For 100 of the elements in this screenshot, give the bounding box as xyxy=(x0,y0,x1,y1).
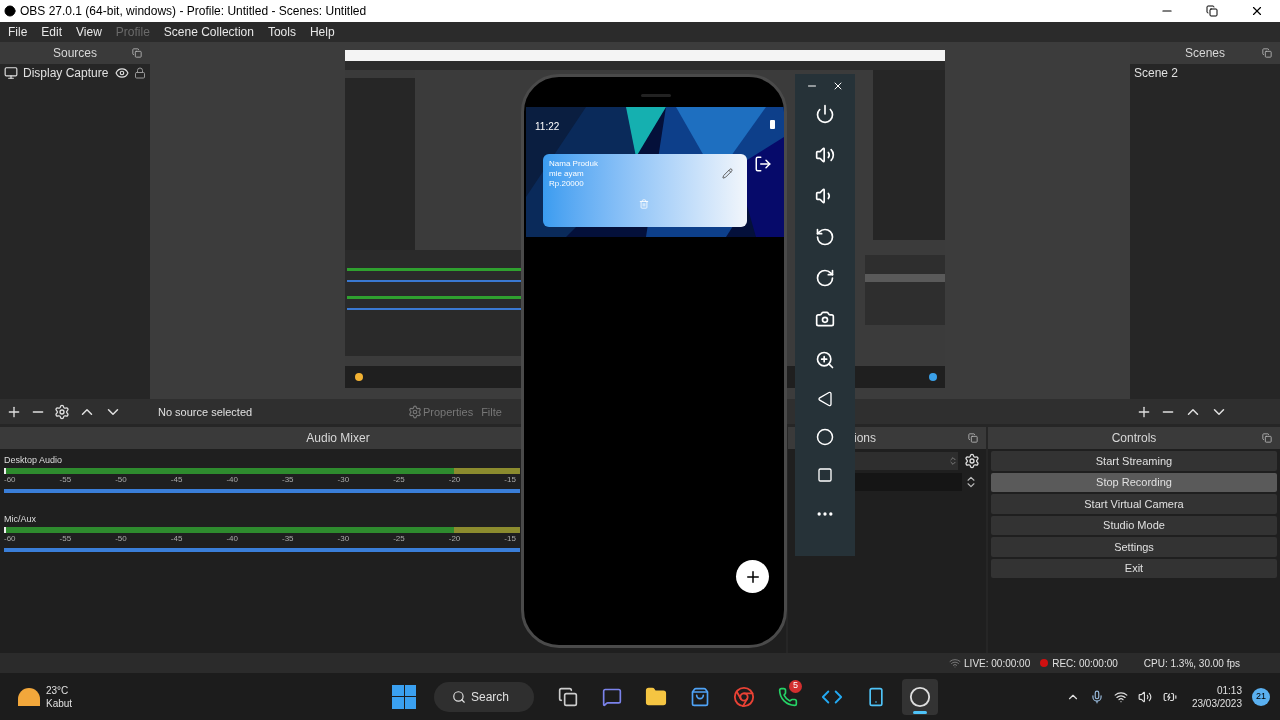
card-text: mie ayam xyxy=(549,169,584,179)
card-text: Rp.20000 xyxy=(549,179,584,189)
gear-icon xyxy=(408,404,422,419)
add-fab[interactable] xyxy=(736,560,769,593)
active-indicator xyxy=(913,710,927,714)
microphone-icon[interactable] xyxy=(1089,689,1104,704)
notification-badge: 5 xyxy=(789,679,802,693)
store-icon xyxy=(690,686,710,707)
meter-tick: -55 xyxy=(59,475,72,485)
meter-tick: -60 xyxy=(4,534,16,544)
phone-icon xyxy=(866,686,886,707)
control-button[interactable]: Stop Recording xyxy=(991,472,1277,493)
status-time: 11:22 xyxy=(535,120,560,134)
meter-tick: -45 xyxy=(170,475,183,485)
meter-tick: -20 xyxy=(448,475,461,485)
window-title: OBS 27.0.1 (64-bit, windows) - Profile: Untitled - Scenes: Untitled xyxy=(20,3,367,20)
browser-icon xyxy=(733,685,755,708)
lock-icon[interactable] xyxy=(134,66,146,79)
meter-tick: -15 xyxy=(504,475,516,485)
record-indicator-icon xyxy=(1040,659,1049,668)
app-icon xyxy=(4,5,16,17)
live-timer: LIVE: 00:00:00 xyxy=(964,656,1031,671)
meter-tick: -30 xyxy=(337,534,350,544)
start-button[interactable] xyxy=(392,684,416,709)
control-button[interactable]: Studio Mode xyxy=(991,515,1277,536)
control-button[interactable]: Settings xyxy=(991,537,1277,557)
obs-icon xyxy=(909,685,931,708)
weather-condition: Kabut xyxy=(46,696,73,710)
wifi-icon[interactable] xyxy=(1113,689,1128,704)
control-button[interactable]: Start Streaming xyxy=(991,451,1277,471)
notification-count[interactable]: 21 xyxy=(1252,687,1270,706)
task-view-icon xyxy=(558,686,578,707)
menu-item[interactable]: Tools xyxy=(260,22,303,41)
scene-item[interactable]: Scene 2 xyxy=(1130,63,1280,82)
home-icon[interactable] xyxy=(816,428,834,446)
chat-icon xyxy=(602,686,622,707)
dock-title: Audio Mixer xyxy=(305,430,371,448)
clock-time: 01:13 xyxy=(1216,683,1242,697)
rotate-left-icon[interactable] xyxy=(815,227,835,247)
meter-tick: -30 xyxy=(337,475,350,485)
phone-speaker-icon xyxy=(641,94,671,97)
undock-icon[interactable] xyxy=(968,433,978,444)
search-icon xyxy=(452,689,466,704)
source-status: No source selected xyxy=(158,404,254,420)
dock-title: Sources xyxy=(53,44,97,62)
visibility-icon[interactable] xyxy=(115,65,129,80)
back-icon[interactable] xyxy=(817,391,833,407)
volume-up-icon[interactable] xyxy=(815,145,835,165)
overview-icon[interactable] xyxy=(817,467,833,483)
menu-item[interactable]: File xyxy=(1,22,35,41)
control-button[interactable]: Exit xyxy=(991,558,1277,579)
meter-tick: -15 xyxy=(504,534,516,544)
source-label: Display Capture xyxy=(23,64,109,82)
dock-title: Scenes xyxy=(1185,44,1225,62)
meter-tick: -55 xyxy=(59,534,72,544)
close-icon[interactable] xyxy=(832,80,844,92)
meter-tick: -50 xyxy=(115,475,127,485)
undock-icon[interactable] xyxy=(1262,47,1272,58)
meter-tick: -50 xyxy=(115,534,127,544)
dock-title: Controls xyxy=(1111,430,1157,448)
channel-name: Desktop Audio xyxy=(4,455,64,467)
edit-icon[interactable] xyxy=(722,168,733,179)
spinner-icon xyxy=(948,456,958,467)
volume-slider[interactable] xyxy=(4,548,520,553)
folder-icon xyxy=(645,685,667,708)
battery-icon xyxy=(770,120,775,129)
menu-item[interactable]: Scene Collection xyxy=(156,22,261,41)
restore-icon[interactable] xyxy=(1206,5,1218,17)
volume-slider[interactable] xyxy=(4,489,520,494)
close-icon[interactable] xyxy=(1250,4,1264,18)
power-icon[interactable] xyxy=(815,104,835,124)
duration-field[interactable] xyxy=(854,473,962,492)
source-item[interactable]: Display Capture xyxy=(0,63,150,82)
rec-timer: REC: 00:00:00 xyxy=(1052,656,1118,671)
undock-icon[interactable] xyxy=(1262,433,1272,444)
search-button[interactable]: Search xyxy=(434,681,534,712)
zoom-icon[interactable] xyxy=(815,350,835,370)
taskbar-app[interactable]: 5 xyxy=(770,678,806,715)
temperature: 23°C xyxy=(46,683,70,697)
cpu-stats: CPU: 1.3%, 30.00 fps xyxy=(1143,656,1240,671)
settings-icon[interactable] xyxy=(964,453,980,470)
weather-icon xyxy=(18,687,40,706)
control-button[interactable]: Start Virtual Camera xyxy=(991,494,1277,514)
channel-name: Mic/Aux xyxy=(4,514,37,526)
undock-icon[interactable] xyxy=(132,47,142,58)
camera-icon[interactable] xyxy=(815,309,835,329)
menu-item[interactable]: Help xyxy=(302,22,342,41)
meter-tick: -60 xyxy=(4,475,16,485)
menu-item[interactable]: Edit xyxy=(34,22,70,41)
settings-icon[interactable] xyxy=(54,403,70,420)
logout-icon[interactable] xyxy=(754,155,772,173)
meter-tick: -40 xyxy=(226,534,238,544)
rotate-right-icon[interactable] xyxy=(815,268,835,288)
menu-item[interactable]: View xyxy=(69,22,109,41)
clock-date: 23/03/2023 xyxy=(1191,696,1242,710)
speaker-icon[interactable] xyxy=(1137,689,1152,704)
meter-tick: -35 xyxy=(281,534,294,544)
meter-tick: -45 xyxy=(170,534,183,544)
taskbar-app[interactable] xyxy=(902,678,938,715)
monitor-icon xyxy=(4,65,18,80)
